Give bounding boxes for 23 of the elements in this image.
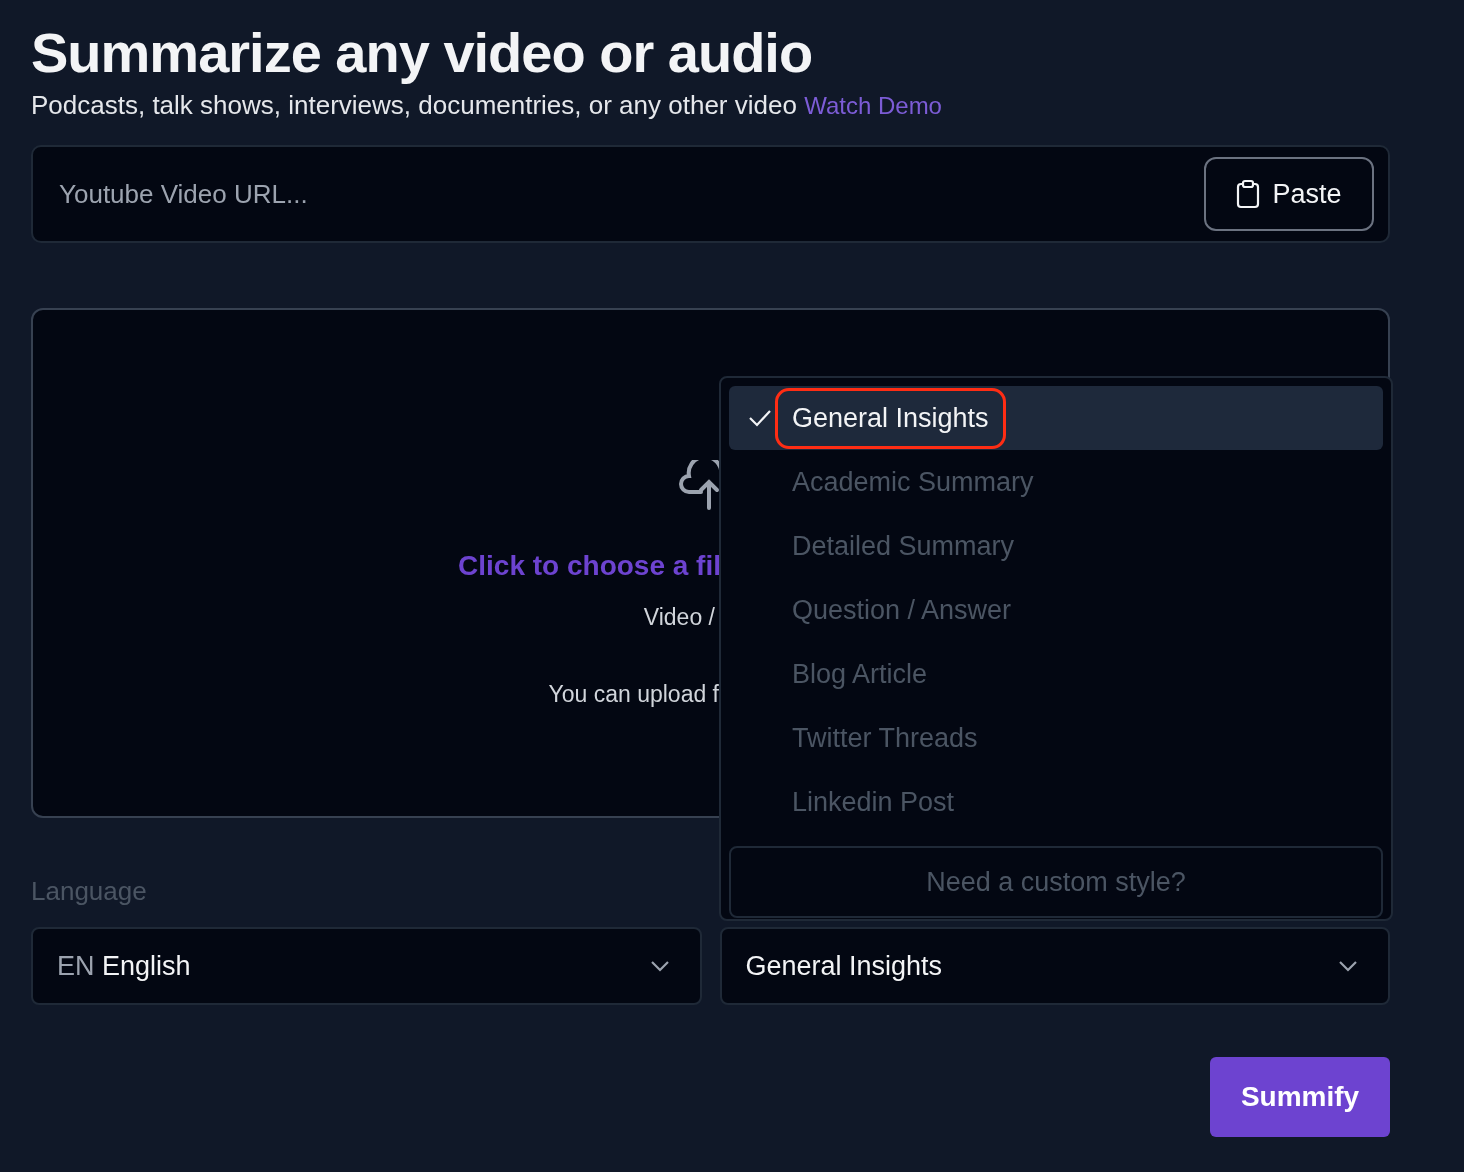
- chevron-down-icon: [649, 960, 670, 972]
- language-label: Language: [31, 876, 147, 907]
- clipboard-icon: [1236, 179, 1261, 209]
- checkmark-icon: [748, 409, 772, 427]
- summify-button[interactable]: Summify: [1210, 1057, 1390, 1137]
- style-option[interactable]: Twitter Threads: [729, 706, 1383, 770]
- style-option[interactable]: Blog Article: [729, 642, 1383, 706]
- style-option[interactable]: Detailed Summary: [729, 514, 1383, 578]
- style-select[interactable]: General Insights: [719, 927, 1390, 1005]
- cloud-upload-icon: [679, 460, 721, 510]
- url-field[interactable]: Youtube Video URL... Paste: [31, 145, 1390, 243]
- style-option[interactable]: Question / Answer: [729, 578, 1383, 642]
- subtitle: Podcasts, talk shows, interviews, documentries, or any other video: [31, 90, 797, 120]
- upload-limit: You can upload f: [548, 681, 719, 708]
- paste-button[interactable]: Paste: [1204, 157, 1374, 231]
- style-option[interactable]: General Insights: [729, 386, 1383, 450]
- watch-demo-link[interactable]: Watch Demo: [804, 92, 942, 119]
- language-select[interactable]: EN English: [31, 927, 702, 1005]
- style-option[interactable]: Academic Summary: [729, 450, 1383, 514]
- page-title: Summarize any video or audio: [31, 20, 814, 86]
- custom-style-button[interactable]: Need a custom style?: [729, 846, 1383, 918]
- chevron-down-icon: [1338, 960, 1358, 972]
- upload-formats: Video /: [643, 604, 715, 631]
